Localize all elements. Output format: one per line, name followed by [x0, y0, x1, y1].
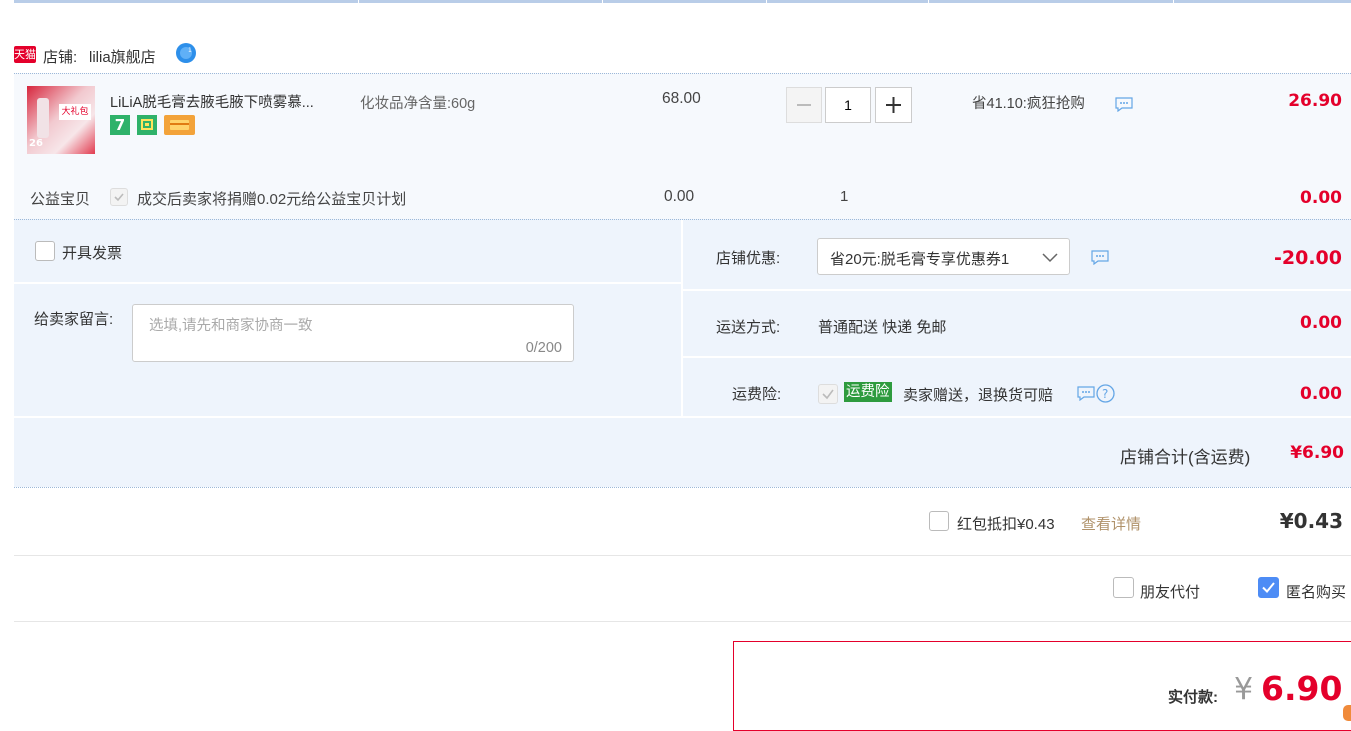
redpacket-checkbox[interactable]	[929, 511, 949, 531]
insurance-checkbox	[818, 384, 838, 404]
charity-qty: 1	[840, 188, 849, 205]
shipping-label: 运送方式:	[716, 319, 781, 336]
chat-bubble-icon[interactable]	[1091, 250, 1109, 266]
header-divider	[766, 0, 767, 3]
payment-label: 实付款:	[1168, 689, 1218, 706]
message-label: 给卖家留言:	[34, 311, 114, 328]
thumbnail-price: 26	[29, 138, 43, 149]
discount-amount: -20.00	[1274, 247, 1342, 269]
header-divider	[928, 0, 929, 3]
message-placeholder: 选填,请先和商家协商一致	[149, 318, 313, 334]
message-char-count: 0/200	[525, 340, 562, 356]
floating-widget-icon[interactable]	[1343, 705, 1351, 721]
tmall-badge-text: 天猫	[14, 48, 36, 61]
shipping-amount: 0.00	[1300, 313, 1342, 333]
tmall-badge: 天猫	[14, 46, 36, 63]
item-promo: 省41.10:疯狂抢购	[972, 96, 1085, 112]
insurance-tag: 运费险	[844, 382, 892, 402]
shop-total-value: ¥6.90	[1290, 443, 1344, 463]
help-question-icon[interactable]: ?	[1096, 384, 1115, 403]
discount-selected-value: 省20元:脱毛膏专享优惠券1	[830, 251, 1010, 268]
chat-bubble-icon[interactable]	[1115, 97, 1133, 113]
shop-total-label: 店铺合计(含运费)	[1120, 448, 1251, 467]
item-title[interactable]: LiLiA脱毛膏去腋毛腋下喷雾慕...	[110, 91, 314, 112]
quantity-input[interactable]	[825, 87, 871, 123]
header-divider	[1173, 0, 1174, 3]
item-spec: 化妆品净含量:60g	[360, 96, 476, 112]
panel-divider	[14, 416, 1351, 418]
charity-text: 成交后卖家将捐赠0.02元给公益宝贝计划	[137, 191, 407, 208]
redpacket-label: 红包抵扣¥0.43	[957, 516, 1055, 533]
payment-summary-box: 实付款: ¥ 6.90	[733, 641, 1351, 731]
header-divider	[602, 0, 603, 3]
anonymous-label: 匿名购买	[1286, 584, 1347, 601]
panel-divider	[683, 356, 1351, 358]
item-price: 68.00	[662, 90, 701, 107]
panel-divider	[14, 282, 681, 284]
product-thumbnail[interactable]: 大礼包 26	[27, 86, 95, 154]
redpacket-amount: ¥0.43	[1279, 509, 1343, 533]
charity-subtotal: 0.00	[1300, 188, 1342, 208]
insurance-text: 卖家赠送，退换货可赔	[903, 387, 1054, 404]
payment-currency: ¥	[1234, 672, 1254, 707]
svg-text:1: 1	[188, 47, 192, 54]
quantity-decrease-button[interactable]	[786, 87, 822, 123]
panel-vertical-divider	[681, 220, 683, 417]
anonymous-checkbox[interactable]	[1258, 577, 1279, 598]
insurance-label: 运费险:	[732, 386, 782, 403]
guarantee-icon	[137, 115, 157, 135]
redpacket-details-link[interactable]: 查看详情	[1081, 513, 1141, 534]
shop-label: 店铺:	[43, 49, 78, 66]
discount-select[interactable]: 省20元:脱毛膏专享优惠券1	[817, 238, 1070, 275]
divider	[14, 73, 1351, 74]
message-textarea[interactable]: 选填,请先和商家协商一致 0/200	[132, 304, 574, 362]
svg-text:?: ?	[1102, 387, 1108, 401]
invoice-checkbox[interactable]	[35, 241, 55, 261]
charity-label: 公益宝贝	[30, 191, 91, 208]
insurance-amount: 0.00	[1300, 384, 1342, 404]
discount-label: 店铺优惠:	[716, 250, 781, 267]
payment-amount: 6.90	[1261, 669, 1343, 708]
thumbnail-bottle	[37, 98, 49, 138]
table-header-bar	[14, 0, 1351, 3]
credit-card-icon	[164, 115, 195, 135]
thumbnail-text: 大礼包	[61, 107, 89, 117]
friend-pay-checkbox[interactable]	[1113, 577, 1134, 598]
chevron-down-icon	[1042, 251, 1058, 267]
wangwang-icon[interactable]: 1	[175, 42, 197, 64]
quantity-increase-button[interactable]	[875, 87, 912, 123]
thumbnail-badge: 大礼包	[59, 104, 91, 120]
charity-checkbox	[110, 188, 128, 206]
friend-pay-label: 朋友代付	[1140, 584, 1201, 601]
shipping-value: 普通配送 快递 免邮	[818, 319, 947, 336]
divider	[14, 555, 1351, 556]
item-subtotal: 26.90	[1288, 91, 1342, 111]
seven-day-return-icon: 7	[110, 115, 130, 135]
divider	[14, 487, 1351, 488]
panel-divider	[683, 289, 1351, 291]
charity-price: 0.00	[664, 188, 695, 205]
divider	[14, 621, 1351, 622]
invoice-label: 开具发票	[62, 245, 123, 262]
header-divider	[358, 0, 359, 3]
chat-bubble-icon[interactable]	[1077, 386, 1095, 402]
shop-name[interactable]: lilia旗舰店	[89, 46, 156, 67]
